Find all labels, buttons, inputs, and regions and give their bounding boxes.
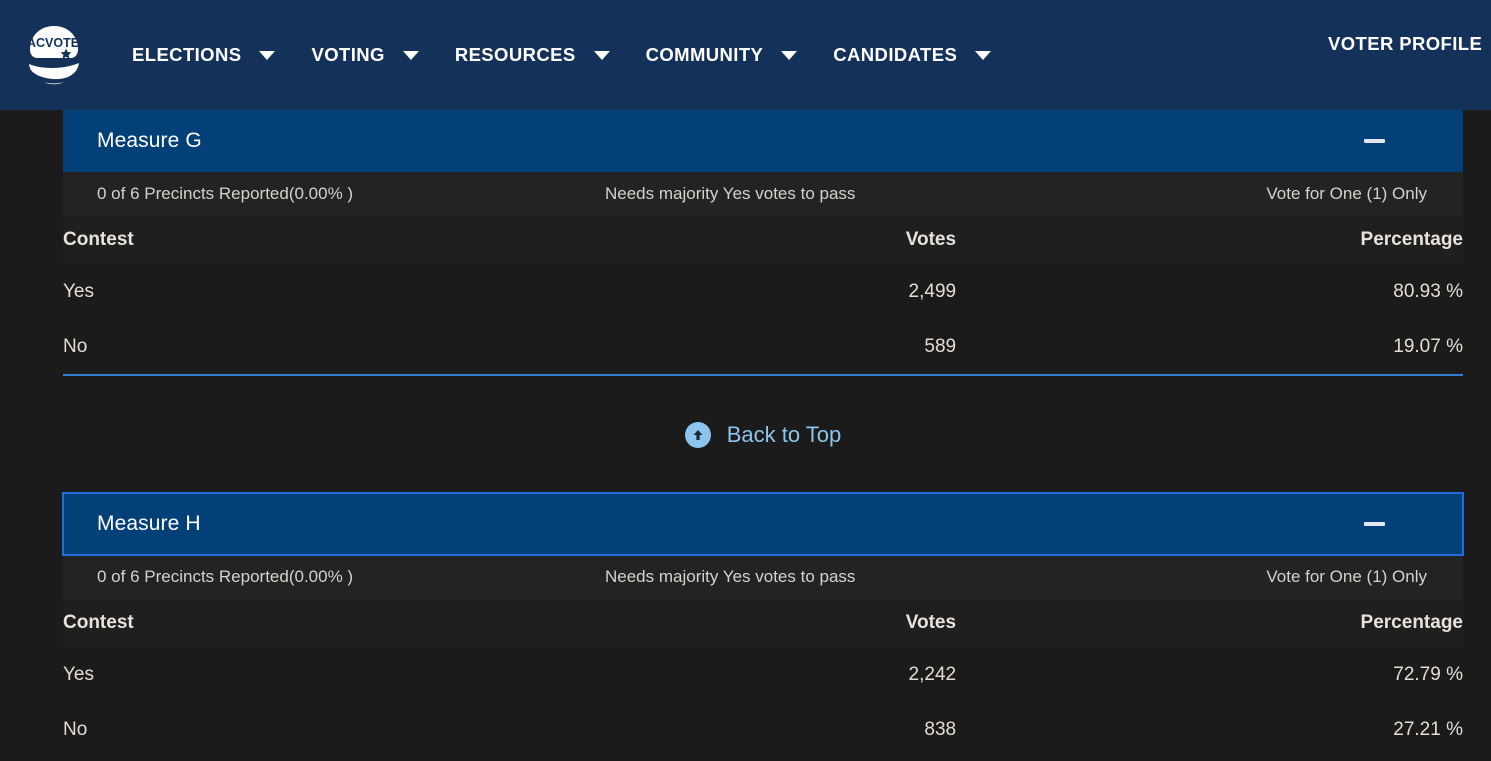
cell-votes: 2,499 [908,280,957,302]
table-header-row: Contest Votes Percentage [63,216,1463,264]
chevron-down-icon [781,50,798,60]
nav-item-label: RESOURCES [454,44,576,65]
nav-item-community[interactable]: COMMUNITY [628,34,816,76]
contest-card-measure-g: Measure G 0 of 6 Precincts Reported(0.00… [63,110,1463,376]
chevron-down-icon [259,50,276,60]
back-to-top-label: Back to Top [726,421,842,447]
contest-meta-row: 0 of 6 Precincts Reported(0.00% ) Needs … [63,555,1463,599]
vote-for-info: Vote for One (1) Only [1266,567,1427,586]
results-table-head: Contest Votes Percentage [63,216,1463,264]
nav-item-elections[interactable]: ELECTIONS [114,34,293,76]
chevron-down-icon [975,50,992,60]
chevron-down-icon [402,50,419,60]
table-row: Yes 2,499 80.93 % [63,264,1463,319]
results-table-body: Yes 2,242 72.79 % No 838 27.21 % [63,647,1463,757]
nav-item-candidates[interactable]: CANDIDATES [815,34,1009,76]
cell-votes: 838 [924,718,957,740]
cell-contest: Yes [63,280,94,302]
table-row: Yes 2,242 72.79 % [63,647,1463,702]
precincts-reported: 0 of 6 Precincts Reported(0.00% ) [97,184,354,203]
cell-contest: No [63,335,88,357]
contest-title: Measure H [97,512,201,535]
results-page: Measure G 0 of 6 Precincts Reported(0.00… [0,110,1491,761]
cell-percentage: 19.07 % [1393,335,1463,357]
cell-percentage: 72.79 % [1393,663,1463,685]
results-content: Measure G 0 of 6 Precincts Reported(0.00… [62,110,1464,757]
nav-item-label: CANDIDATES [833,44,958,65]
results-table: Contest Votes Percentage Yes 2,242 72.79… [63,599,1463,757]
results-table: Contest Votes Percentage Yes 2,499 80.93… [63,216,1463,374]
acvote-logo-text: ACVOTE [27,36,79,50]
cell-contest: Yes [63,663,94,685]
minus-icon[interactable] [1364,139,1385,143]
back-to-top-link[interactable]: Back to Top [684,421,842,448]
arrow-up-circle-icon [684,421,711,448]
column-header-contest: Contest [63,612,134,633]
column-header-percentage: Percentage [1360,229,1463,250]
column-header-contest: Contest [63,229,134,250]
contest-card-measure-h: Measure H 0 of 6 Precincts Reported(0.00… [62,492,1464,757]
contest-meta-row: 0 of 6 Precincts Reported(0.00% ) Needs … [63,172,1463,216]
contest-title: Measure G [97,129,202,152]
column-header-percentage: Percentage [1360,612,1463,633]
primary-nav: ELECTIONS VOTING RESOURCES COMMUNITY CAN… [114,34,1009,76]
minus-icon[interactable] [1364,522,1385,526]
contest-header-measure-h[interactable]: Measure H [62,492,1464,556]
table-row: No 838 27.21 % [63,702,1463,757]
chevron-down-icon [593,50,610,60]
nav-item-label: ELECTIONS [132,44,242,65]
vote-for-info: Vote for One (1) Only [1266,184,1427,203]
column-header-votes: Votes [905,229,957,250]
results-table-body: Yes 2,499 80.93 % No 589 19.07 % [63,264,1463,374]
nav-item-label: VOTING [311,44,385,65]
contest-header-measure-g[interactable]: Measure G [63,110,1463,172]
nav-item-resources[interactable]: RESOURCES [437,34,628,76]
column-header-votes: Votes [905,612,957,633]
cell-percentage: 80.93 % [1393,280,1463,302]
cell-votes: 2,242 [908,663,957,685]
top-navigation-bar: ACVOTE ELECTIONS VOTING RESOURCES COMMUN… [0,0,1491,110]
passing-rule: Needs majority Yes votes to pass [605,184,856,203]
passing-rule: Needs majority Yes votes to pass [605,567,856,586]
voter-profile-link[interactable]: VOTER PROFILE [1328,33,1482,55]
acvote-logo[interactable]: ACVOTE [22,23,86,87]
cell-percentage: 27.21 % [1393,718,1463,740]
results-table-head: Contest Votes Percentage [63,599,1463,647]
table-row: No 589 19.07 % [63,319,1463,374]
cell-contest: No [63,718,88,740]
cell-votes: 589 [924,335,957,357]
precincts-reported: 0 of 6 Precincts Reported(0.00% ) [97,567,354,586]
table-header-row: Contest Votes Percentage [63,599,1463,647]
nav-item-label: COMMUNITY [645,44,764,65]
nav-item-voting[interactable]: VOTING [293,34,436,76]
back-to-top-container: Back to Top [63,376,1463,493]
